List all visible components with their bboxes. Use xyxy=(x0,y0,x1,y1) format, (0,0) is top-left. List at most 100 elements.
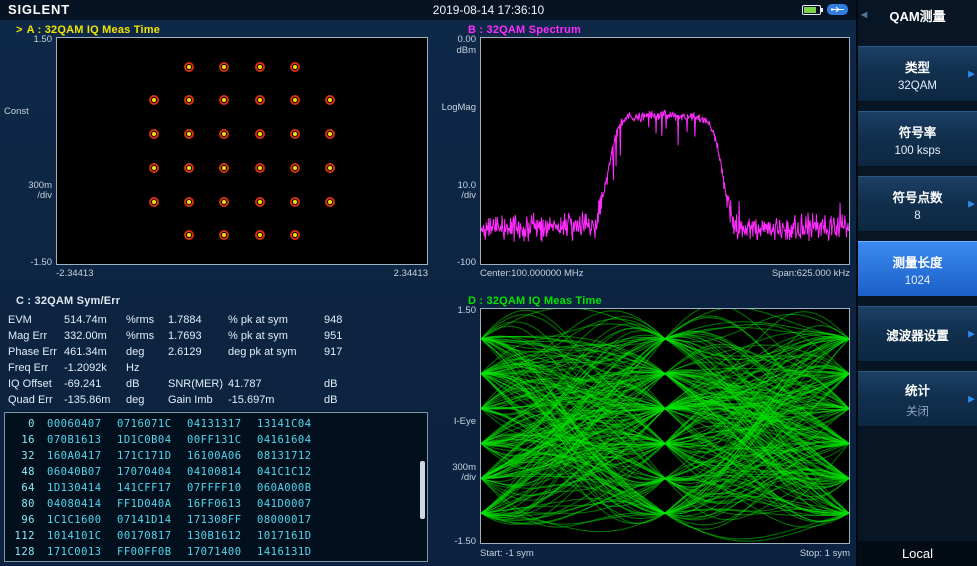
symbol-hex-table[interactable]: 0000604070716071C0413131713141C0416070B1… xyxy=(4,412,428,562)
symbol-hex-group: 17071400 xyxy=(187,546,257,558)
constellation-point xyxy=(290,62,300,72)
measurement-cell: -15.697m xyxy=(228,394,324,406)
symbol-hex-group: 04100814 xyxy=(187,466,257,478)
symbol-table-row: 0000604070716071C0413131713141C04 xyxy=(5,416,427,432)
sidebar-item-label: 滤波器设置 xyxy=(886,325,949,344)
symbol-hex-group: 160A0417 xyxy=(47,450,117,462)
symbol-hex-group: 1014101C xyxy=(47,530,117,542)
measurement-cell: deg xyxy=(126,346,168,358)
symbol-table-row: 8004080414FF1D040A16FF0613041D0007 xyxy=(5,496,427,512)
symbol-hex-group: 0716071C xyxy=(117,418,187,430)
measurement-cell: deg pk at sym xyxy=(228,346,324,358)
symbol-hex-group: 08000017 xyxy=(257,514,327,526)
constellation-point xyxy=(219,129,229,139)
constellation-point xyxy=(325,163,335,173)
symbol-row-index: 64 xyxy=(5,482,35,494)
symbol-hex-group: 060A000B xyxy=(257,482,327,494)
panel-sym-err: C : 32QAM Sym/Err EVM514.74m%rms1.7884% … xyxy=(0,292,432,566)
constellation-point xyxy=(184,197,194,207)
symbol-hex-group: 17070404 xyxy=(117,466,187,478)
measurement-cell: %rms xyxy=(126,330,168,342)
constellation-point xyxy=(290,230,300,240)
sidebar-title: QAM测量 xyxy=(889,6,945,25)
constellation-point xyxy=(325,197,335,207)
symbol-hex-group: 08131712 xyxy=(257,450,327,462)
panel-d-title: D : 32QAM IQ Meas Time xyxy=(468,295,602,307)
symbol-hex-group: 1017161D xyxy=(257,530,327,542)
measurement-cell: IQ Offset xyxy=(8,378,64,390)
right-arrow-icon: ▶ xyxy=(968,394,975,405)
symbol-table-row: 1121014101C00170817130B16121017161D xyxy=(5,528,427,544)
measurement-cell: -135.86m xyxy=(64,394,126,406)
left-arrow-icon[interactable]: ◀ xyxy=(861,10,867,19)
sidebar-item-statistics[interactable]: 统计关闭▶ xyxy=(858,371,977,427)
sidebar-item-value: 8 xyxy=(914,210,920,222)
measurement-cell: 948 xyxy=(324,314,368,326)
symbol-row-index: 48 xyxy=(5,466,35,478)
symbol-hex-group: 171C0013 xyxy=(47,546,117,558)
sidebar-menu: ◀ QAM测量 类型 32QAM ▶ 符号率 100 ksps 符号点数8▶ 测量长度102… xyxy=(856,0,977,566)
sidebar-item-label: 统计 xyxy=(905,380,930,399)
constellation-point xyxy=(184,230,194,240)
symbol-hex-group: 1C1C1600 xyxy=(47,514,117,526)
constellation-point xyxy=(149,163,159,173)
constellation-point xyxy=(219,230,229,240)
measurement-cell: dB xyxy=(324,378,368,390)
b-ref-level-label: 0.00 xyxy=(432,34,476,45)
a-y-min-label: -1.50 xyxy=(0,257,52,268)
sidebar-item-value: 1024 xyxy=(905,275,931,287)
constellation-point xyxy=(255,197,265,207)
local-button[interactable]: Local xyxy=(858,541,977,566)
spectrum-plot[interactable] xyxy=(480,37,850,265)
sidebar-item-symbol-points[interactable]: 符号点数8▶ xyxy=(858,176,977,232)
symbol-table-row: 32160A0417171C171D16100A0608131712 xyxy=(5,448,427,464)
d-axis-name: I-Eye xyxy=(432,416,476,427)
constellation-point xyxy=(325,95,335,105)
constellation-point xyxy=(184,129,194,139)
symbol-hex-group: 141CFF17 xyxy=(117,482,187,494)
symbol-table-row: 16070B16131D1C0B0400FF131C04161604 xyxy=(5,432,427,448)
measurement-cell: 41.787 xyxy=(228,378,324,390)
measurement-cell: dB xyxy=(324,394,368,406)
measurement-cell: -69.241 xyxy=(64,378,126,390)
measurement-cell: 1.7693 xyxy=(168,330,228,342)
sidebar-item-value: 32QAM xyxy=(898,80,937,92)
measurement-cell: 951 xyxy=(324,330,368,342)
constellation-plot[interactable] xyxy=(56,37,428,265)
symbol-hex-group: 00060407 xyxy=(47,418,117,430)
symbol-row-index: 0 xyxy=(5,418,35,430)
constellation-point xyxy=(255,129,265,139)
measurement-cell: Freq Err xyxy=(8,362,64,374)
symbol-hex-group: 171308FF xyxy=(187,514,257,526)
hex-scrollbar-thumb[interactable] xyxy=(420,461,425,519)
measurement-row: Quad Err-135.86mdegGain Imb-15.697mdB xyxy=(8,392,424,408)
d-stop-label: Stop: 1 sym xyxy=(480,548,850,559)
right-arrow-icon: ▶ xyxy=(968,69,975,80)
constellation-point xyxy=(149,197,159,207)
a-y-max-label: 1.50 xyxy=(0,34,52,45)
sidebar-item-label: 类型 xyxy=(905,57,930,76)
symbol-table-row: 4806040B071707040404100814041C1C12 xyxy=(5,464,427,480)
sidebar-item-filter-settings[interactable]: 滤波器设置 ▶ xyxy=(858,306,977,362)
sidebar-item-value: 100 ksps xyxy=(894,145,940,157)
sidebar-item-type[interactable]: 类型 32QAM ▶ xyxy=(858,46,977,102)
a-y-div-unit: /div xyxy=(0,190,52,201)
spectrum-trace-svg xyxy=(481,38,849,264)
symbol-hex-group: 1D1C0B04 xyxy=(117,434,187,446)
eye-diagram-plot[interactable] xyxy=(480,308,850,544)
panel-spectrum: B : 32QAM Spectrum 0.00 dBm LogMag 10.0 … xyxy=(432,20,856,292)
right-arrow-icon: ▶ xyxy=(968,329,975,340)
measurement-row: Freq Err-1.2092kHz xyxy=(8,360,424,376)
symbol-table-row: 961C1C160007141D14171308FF08000017 xyxy=(5,512,427,528)
sidebar-item-meas-length[interactable]: 测量长度1024 xyxy=(858,241,977,297)
symbol-hex-group: 07141D14 xyxy=(117,514,187,526)
symbol-row-index: 32 xyxy=(5,450,35,462)
a-x-max-label: 2.34413 xyxy=(56,268,428,279)
measurement-cell: Quad Err xyxy=(8,394,64,406)
a-axis-name: Const xyxy=(4,106,29,117)
sidebar-item-label: 符号率 xyxy=(899,122,937,141)
measurement-cell: % pk at sym xyxy=(228,330,324,342)
sidebar-item-symbol-rate[interactable]: 符号率 100 ksps xyxy=(858,111,977,167)
symbol-hex-group: 04131317 xyxy=(187,418,257,430)
symbol-row-index: 16 xyxy=(5,434,35,446)
